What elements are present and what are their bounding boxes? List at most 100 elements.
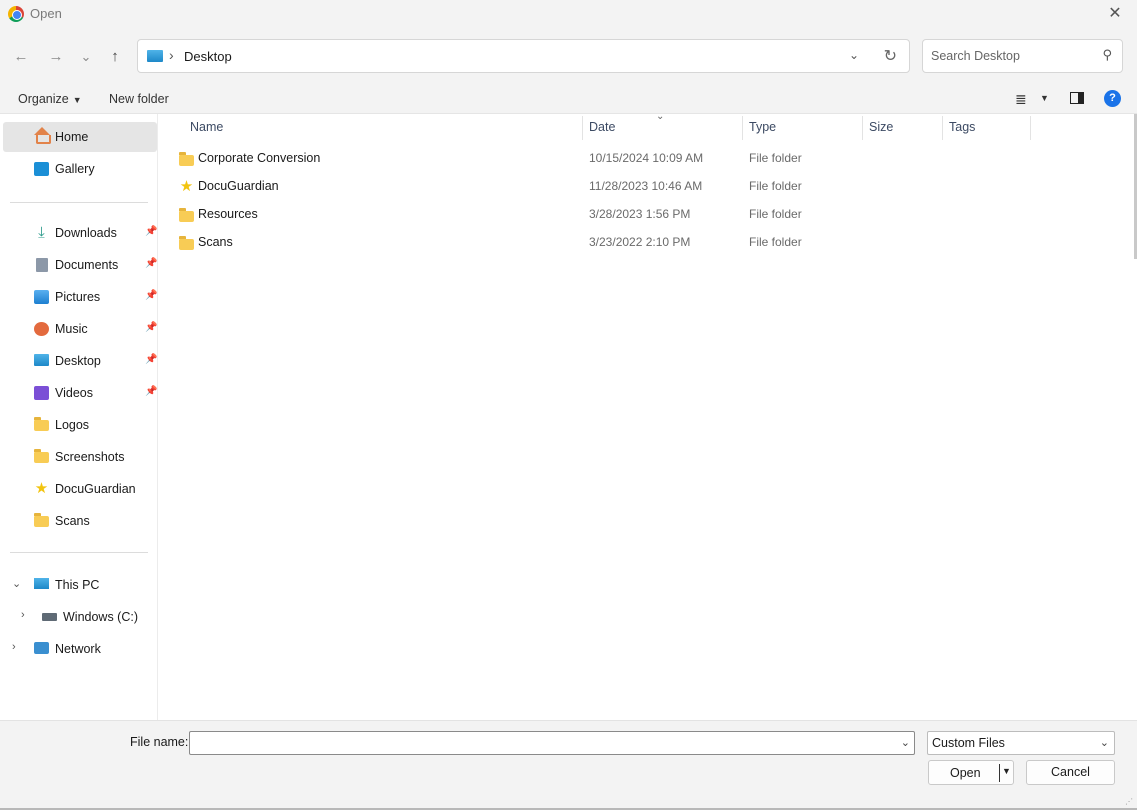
search-box[interactable]: ⚲ (922, 39, 1123, 73)
folder-icon (179, 236, 194, 250)
open-button-label: Open (950, 766, 981, 780)
sidebar-item-scans[interactable]: Scans (3, 506, 157, 536)
chevron-right-icon[interactable]: › (12, 641, 16, 653)
sidebar-item-label: This PC (55, 578, 100, 592)
caret-down-icon: ▼ (72, 95, 82, 105)
file-date: 3/28/2023 1:56 PM (589, 207, 691, 221)
sidebar-item-this-pc[interactable]: ⌄ This PC (3, 570, 157, 600)
up-arrow-icon[interactable]: ↑ (104, 46, 126, 68)
file-date: 3/23/2022 2:10 PM (589, 235, 691, 249)
file-name-combobox[interactable]: ⌄ (189, 731, 915, 755)
sidebar-divider (10, 552, 148, 553)
pin-icon[interactable]: 📌 (145, 258, 157, 269)
recent-locations-chevron-icon[interactable]: ⌄ (75, 46, 97, 68)
command-bar: Organize ▼ New folder ≣ ▼ ? (0, 84, 1137, 114)
open-options-caret-icon[interactable]: ▼ (1002, 766, 1011, 776)
preview-pane-icon[interactable] (1070, 92, 1084, 104)
new-folder-button[interactable]: New folder (109, 92, 169, 106)
sidebar-item-logos[interactable]: Logos (3, 410, 157, 440)
pictures-icon (34, 290, 49, 304)
column-header-type[interactable]: Type (749, 120, 776, 134)
pc-icon (34, 578, 49, 589)
file-date: 11/28/2023 10:46 AM (589, 179, 703, 193)
sidebar-item-gallery[interactable]: Gallery (3, 154, 157, 184)
column-divider[interactable] (1030, 116, 1031, 140)
folder-icon (34, 417, 49, 431)
chevron-down-icon[interactable]: ⌄ (901, 736, 910, 749)
file-type: File folder (749, 151, 802, 165)
forward-arrow-icon[interactable]: → (45, 46, 67, 68)
sidebar-item-music[interactable]: Music 📌 (3, 314, 157, 344)
file-name-input[interactable] (194, 735, 884, 751)
file-row[interactable]: Resources 3/28/2023 1:56 PM File folder (169, 201, 1137, 229)
file-row[interactable]: ★ DocuGuardian 11/28/2023 10:46 AM File … (169, 173, 1137, 201)
sidebar-item-network[interactable]: › Network (3, 634, 157, 664)
sidebar-item-screenshots[interactable]: Screenshots (3, 442, 157, 472)
search-input[interactable] (931, 47, 1091, 65)
sidebar-item-downloads[interactable]: ⤓ Downloads 📌 (3, 218, 157, 248)
home-icon (34, 127, 51, 144)
cancel-button[interactable]: Cancel (1026, 760, 1115, 785)
navigation-bar: ← → ⌄ ↑ › Desktop ⌄ ↻ ⚲ (0, 28, 1137, 84)
network-icon (34, 642, 49, 654)
sidebar-item-home[interactable]: Home (3, 122, 157, 152)
view-options-icon[interactable]: ≣ (1015, 91, 1027, 108)
dialog-footer: File name: ⌄ Custom Files ⌄ Open ▼ Cance… (0, 720, 1137, 808)
sidebar-item-videos[interactable]: Videos 📌 (3, 378, 157, 408)
sidebar-item-label: Scans (55, 514, 90, 528)
column-header-date[interactable]: Date (589, 120, 615, 134)
close-icon[interactable]: ✕ (1093, 0, 1137, 28)
organize-button[interactable]: Organize ▼ (18, 92, 82, 106)
file-row[interactable]: Scans 3/23/2022 2:10 PM File folder (169, 229, 1137, 257)
desktop-icon (147, 50, 163, 62)
sidebar-item-label: Pictures (55, 290, 101, 304)
breadcrumb-desktop[interactable]: Desktop (184, 49, 232, 64)
address-bar[interactable]: › Desktop ⌄ ↻ (137, 39, 910, 73)
column-divider[interactable] (942, 116, 943, 140)
refresh-icon[interactable]: ↻ (884, 46, 897, 66)
column-divider[interactable] (742, 116, 743, 140)
file-row[interactable]: Corporate Conversion 10/15/2024 10:09 AM… (169, 145, 1137, 173)
gallery-icon (34, 162, 49, 176)
sidebar-item-label: Music (55, 322, 88, 336)
file-name: DocuGuardian (198, 179, 279, 193)
chevron-right-icon[interactable]: › (21, 609, 25, 621)
column-divider[interactable] (582, 116, 583, 140)
pin-icon[interactable]: 📌 (145, 290, 157, 301)
chevron-down-icon[interactable]: ⌄ (12, 577, 21, 590)
column-header-name[interactable]: Name (190, 120, 223, 134)
back-arrow-icon[interactable]: ← (10, 46, 32, 68)
pin-icon[interactable]: 📌 (145, 354, 157, 365)
file-name: Resources (198, 207, 258, 221)
file-name: Scans (198, 235, 233, 249)
address-dropdown-chevron-icon[interactable]: ⌄ (849, 48, 859, 62)
search-icon[interactable]: ⚲ (1102, 47, 1112, 63)
file-type-filter-value: Custom Files (932, 736, 1005, 750)
open-button[interactable]: Open ▼ (928, 760, 1014, 785)
sidebar-item-windows-c[interactable]: › Windows (C:) (3, 602, 157, 632)
downloads-icon: ⤓ (38, 224, 45, 241)
folder-icon (34, 449, 49, 463)
file-type: File folder (749, 235, 802, 249)
file-type-filter-select[interactable]: Custom Files ⌄ (927, 731, 1115, 755)
help-icon[interactable]: ? (1104, 90, 1121, 107)
resize-grip-icon[interactable]: ⋰ (1125, 797, 1133, 806)
sidebar-item-label: Windows (C:) (63, 610, 139, 624)
file-name-label: File name: (130, 735, 189, 749)
sidebar-item-label: Documents (55, 258, 119, 272)
sidebar-item-documents[interactable]: Documents 📌 (3, 250, 157, 280)
sidebar-item-docuguardian[interactable]: ★ DocuGuardian (3, 474, 157, 504)
pin-icon[interactable]: 📌 (145, 226, 157, 237)
folder-icon (179, 152, 194, 166)
sidebar-item-desktop[interactable]: Desktop 📌 (3, 346, 157, 376)
pin-icon[interactable]: 📌 (145, 322, 157, 333)
sidebar-item-pictures[interactable]: Pictures 📌 (3, 282, 157, 312)
column-divider[interactable] (862, 116, 863, 140)
folder-icon (179, 208, 194, 222)
sidebar-item-label: Desktop (55, 354, 101, 368)
column-header-size[interactable]: Size (869, 120, 893, 134)
sidebar-divider (10, 202, 148, 203)
view-options-caret-icon[interactable]: ▼ (1040, 93, 1049, 103)
column-header-tags[interactable]: Tags (949, 120, 975, 134)
pin-icon[interactable]: 📌 (145, 386, 157, 397)
